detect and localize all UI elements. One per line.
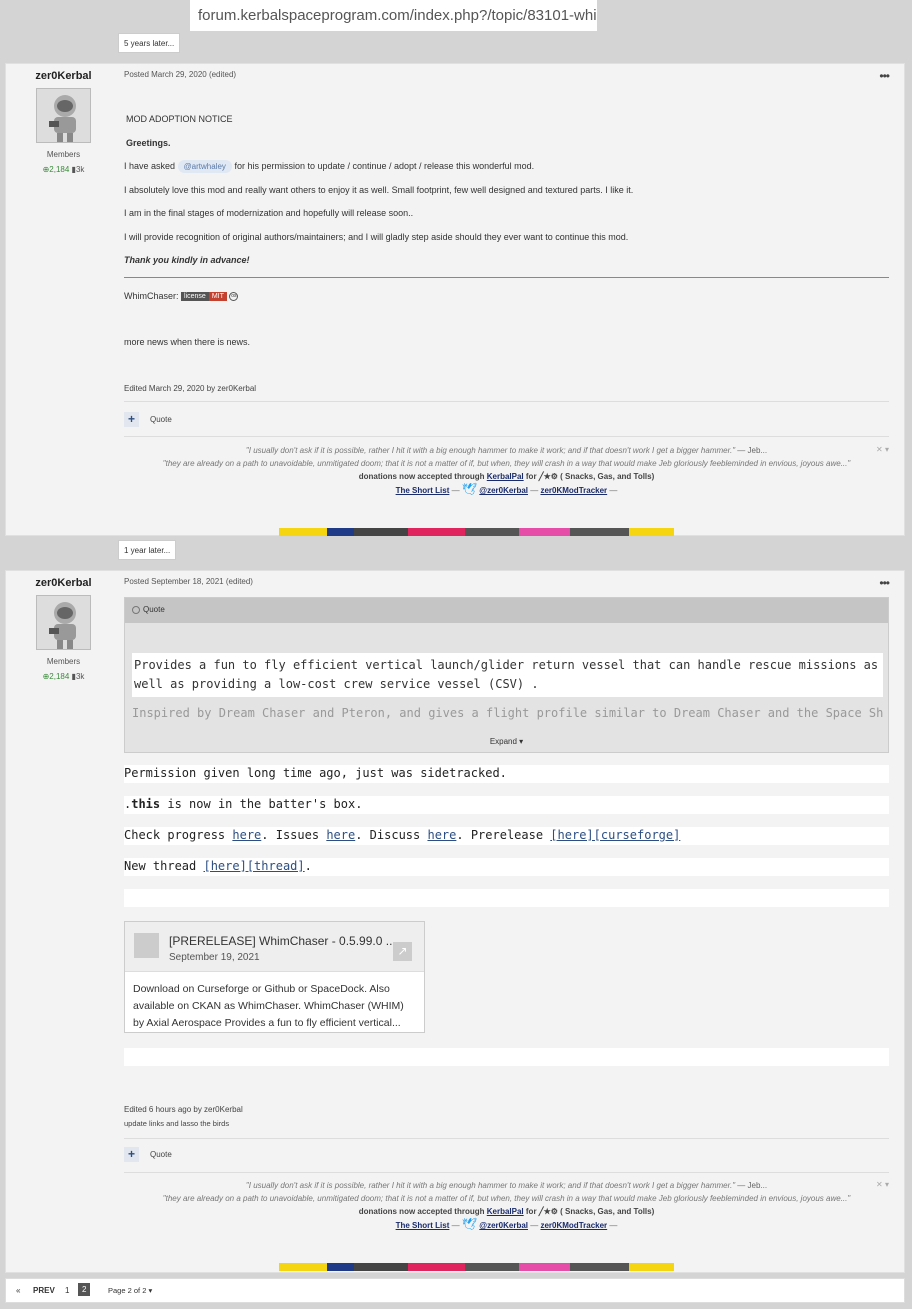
forum-post: zer0Kerbal Members ⊕2,184 ▮3k Posted Mar… <box>5 63 905 536</box>
text-line: I absolutely love this mod and really wa… <box>124 185 634 195</box>
signature-badges[interactable] <box>279 1263 674 1271</box>
author-name[interactable]: zer0Kerbal <box>6 70 121 82</box>
short-list-link[interactable]: The Short List <box>396 486 450 495</box>
divider <box>124 1138 889 1139</box>
more-options-icon[interactable]: ••• <box>879 69 890 83</box>
text-line: WhimChaser: license MIT os <box>124 291 239 302</box>
page-1-link[interactable]: 1 <box>65 1286 69 1295</box>
embed-title[interactable]: [PRERELEASE] WhimChaser - 0.5.99.0 ... <box>169 934 396 948</box>
expand-button[interactable]: Expand ▾ <box>125 737 888 746</box>
text-line: MOD ADOPTION NOTICE <box>126 114 233 124</box>
quote-header[interactable]: Quote <box>125 598 888 623</box>
text-line: I am in the final stages of modernizatio… <box>124 208 414 218</box>
forum-post: zer0Kerbal Members ⊕2,184 ▮3k Posted Sep… <box>5 570 905 1273</box>
license-badge: license MIT <box>181 292 227 302</box>
rep-count: 2,184 <box>49 672 70 681</box>
multiquote-plus-icon[interactable]: + <box>124 412 139 427</box>
signature: "I usually don't ask if it is possible, … <box>162 1181 851 1231</box>
thread-link[interactable]: [here][thread] <box>203 859 304 873</box>
address-bar[interactable]: forum.kerbalspaceprogram.com/index.php?/… <box>190 0 597 31</box>
quote-button[interactable]: Quote <box>150 1150 172 1159</box>
page-jump-dropdown[interactable]: Page 2 of 2 ▾ <box>108 1286 152 1295</box>
signature-badges[interactable] <box>279 528 674 536</box>
issues-link[interactable]: here <box>326 828 355 842</box>
quote-text-faded: Inspired by Dream Chaser and Pteron, and… <box>132 706 883 720</box>
multiquote-plus-icon[interactable]: + <box>124 1147 139 1162</box>
avatar-image <box>49 602 76 649</box>
quote-block: Quote Provides a fun to fly efficient ve… <box>124 597 889 753</box>
twitter-link[interactable]: @zer0Kerbal <box>479 1221 528 1230</box>
post-count: 3k <box>75 672 85 681</box>
text-line: Thank you kindly in advance! <box>124 255 250 265</box>
edited-note: Edited March 29, 2020 by zer0Kerbal <box>124 384 257 393</box>
prev-arrow-icon[interactable]: « <box>16 1286 20 1295</box>
avatar[interactable] <box>36 88 91 143</box>
prerelease-link[interactable]: [here][curseforge] <box>550 828 680 842</box>
osi-icon: os <box>229 292 239 302</box>
user-mention[interactable]: @artwhaley <box>177 160 232 173</box>
rep-count: 2,184 <box>49 165 70 174</box>
discuss-link[interactable]: here <box>427 828 456 842</box>
quote-text: Provides a fun to fly efficient vertical… <box>132 653 883 697</box>
embed-card[interactable]: [PRERELEASE] WhimChaser - 0.5.99.0 ... S… <box>124 921 425 1033</box>
prev-button[interactable]: PREV <box>33 1286 55 1295</box>
text-line: Greetings. <box>126 138 171 148</box>
twitter-link[interactable]: @zer0Kerbal <box>479 486 528 495</box>
divider <box>124 401 889 402</box>
embed-date: September 19, 2021 <box>169 952 260 963</box>
external-link-icon[interactable]: ↗ <box>393 942 412 961</box>
avatar[interactable] <box>36 595 91 650</box>
signature: "I usually don't ask if it is possible, … <box>162 446 851 496</box>
time-gap-label: 1 year later... <box>118 540 177 560</box>
divider <box>124 1172 889 1173</box>
twitter-icon: 🕊 <box>461 1217 478 1231</box>
member-group: Members <box>46 657 81 666</box>
mod-tracker-link[interactable]: zer0KModTracker <box>540 1221 607 1230</box>
short-list-link[interactable]: The Short List <box>396 1221 450 1230</box>
collapse-icon <box>132 606 140 614</box>
twitter-icon: 🕊 <box>461 482 478 496</box>
text-line: I will provide recognition of original a… <box>124 232 629 242</box>
progress-link[interactable]: here <box>232 828 261 842</box>
reputation: ⊕2,184 ▮3k <box>6 672 121 681</box>
kerbalpal-link[interactable]: KerbalPal <box>487 1207 524 1216</box>
edited-note: Edited 6 hours ago by zer0Kerbal <box>124 1105 243 1114</box>
divider <box>124 277 889 278</box>
text-line: New thread [here][thread]. <box>124 858 889 876</box>
author-name[interactable]: zer0Kerbal <box>6 577 121 589</box>
author-panel: zer0Kerbal Members ⊕2,184 ▮3k <box>6 571 121 681</box>
blank-line <box>124 889 889 907</box>
post-meta[interactable]: Posted September 18, 2021 (edited) <box>124 577 253 586</box>
member-group: Members <box>46 150 81 159</box>
text-line: I have asked @artwhaley for his permissi… <box>124 160 535 173</box>
embed-body: Download on Curseforge or Github or Spac… <box>133 983 404 1029</box>
avatar-image <box>49 95 76 142</box>
edit-reason: update links and lasso the birds <box>124 1119 230 1128</box>
pagination: « PREV 1 2 Page 2 of 2 ▾ <box>5 1278 905 1303</box>
text-line: Check progress here. Issues here. Discus… <box>124 827 889 845</box>
mod-tracker-link[interactable]: zer0KModTracker <box>540 486 607 495</box>
text-line: Permission given long time ago, just was… <box>124 765 889 783</box>
embed-avatar <box>134 933 159 958</box>
quote-button[interactable]: Quote <box>150 415 172 424</box>
more-options-icon[interactable]: ••• <box>879 576 890 590</box>
divider <box>124 436 889 437</box>
page-2-current[interactable]: 2 <box>78 1283 91 1296</box>
blank-line <box>124 1048 889 1066</box>
reputation: ⊕2,184 ▮3k <box>6 165 121 174</box>
post-meta[interactable]: Posted March 29, 2020 (edited) <box>124 70 236 79</box>
text-line: .this is now in the batter's box. <box>124 796 889 814</box>
time-gap-label: 5 years later... <box>118 33 181 53</box>
text-line: more news when there is news. <box>124 337 251 347</box>
post-count: 3k <box>75 165 85 174</box>
kerbalpal-link[interactable]: KerbalPal <box>487 472 524 481</box>
author-panel: zer0Kerbal Members ⊕2,184 ▮3k <box>6 64 121 174</box>
